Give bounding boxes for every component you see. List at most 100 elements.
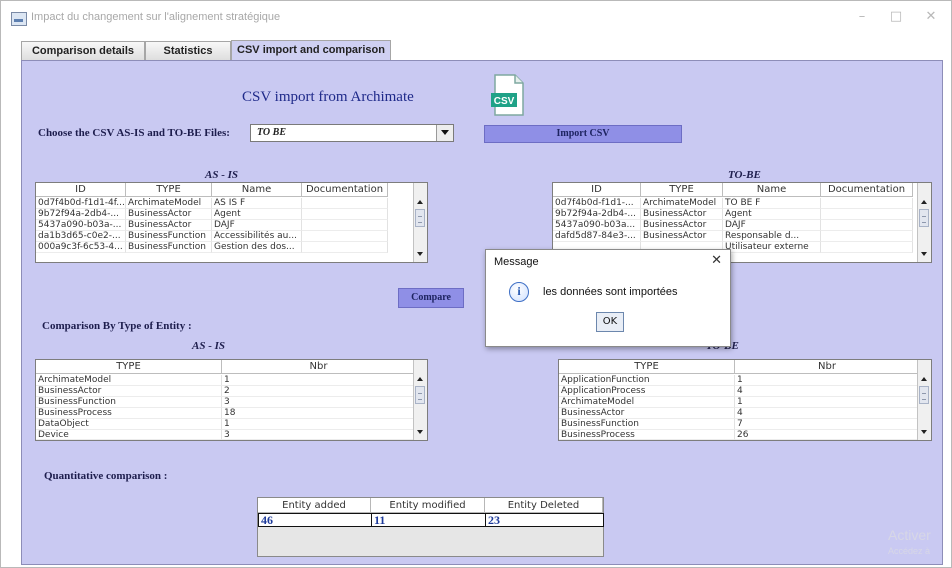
- table-cell[interactable]: 26: [735, 430, 920, 440]
- table-cell[interactable]: DAJF: [212, 220, 302, 231]
- scroll-up-icon[interactable]: [918, 197, 931, 208]
- table-cell[interactable]: AS IS F: [212, 198, 302, 209]
- column-header-nbr[interactable]: Nbr: [222, 360, 416, 374]
- table-cell[interactable]: 9b72f94a-2db4-...: [553, 209, 641, 220]
- table-cell[interactable]: BusinessActor: [559, 408, 735, 419]
- column-header-entity-added[interactable]: Entity added: [258, 498, 371, 513]
- scroll-down-icon[interactable]: [414, 249, 427, 260]
- table-cell[interactable]: [302, 220, 388, 231]
- table-cell[interactable]: 2: [222, 386, 416, 397]
- column-header-type[interactable]: TYPE: [559, 360, 735, 374]
- column-header-id[interactable]: ID: [36, 183, 126, 197]
- table-cell[interactable]: ApplicationFunction: [559, 375, 735, 386]
- tab-statistics[interactable]: Statistics: [145, 41, 231, 60]
- table-cell[interactable]: BusinessProcess: [36, 408, 222, 419]
- column-header-documentation[interactable]: Documentation: [302, 183, 388, 197]
- table-cell[interactable]: TO BE F: [723, 198, 821, 209]
- scroll-thumb[interactable]: [919, 386, 929, 404]
- csv-file-select[interactable]: TO BE: [250, 124, 454, 142]
- table-cell[interactable]: BusinessFunction: [36, 397, 222, 408]
- table-cell[interactable]: BusinessProcess: [559, 430, 735, 440]
- table-cell[interactable]: 5437a090-b03a...: [553, 220, 641, 231]
- chevron-down-icon[interactable]: [436, 125, 453, 141]
- table-cell[interactable]: [821, 242, 913, 253]
- column-header-entity-deleted[interactable]: Entity Deleted: [485, 498, 603, 513]
- table-cell[interactable]: BusinessActor: [641, 231, 723, 242]
- scroll-down-icon[interactable]: [918, 427, 931, 438]
- table-cell[interactable]: 0d7f4b0d-f1d1-4f...: [36, 198, 126, 209]
- to-be-type-count-table[interactable]: TYPE Nbr ApplicationFunction 1 Applicati…: [558, 359, 932, 441]
- column-header-type[interactable]: TYPE: [641, 183, 723, 197]
- entity-added-value[interactable]: 46: [258, 513, 372, 527]
- scroll-up-icon[interactable]: [414, 374, 427, 385]
- table-cell[interactable]: BusinessActor: [641, 220, 723, 231]
- column-header-type[interactable]: TYPE: [36, 360, 222, 374]
- import-csv-button[interactable]: Import CSV: [484, 125, 682, 143]
- table-cell[interactable]: [821, 231, 913, 242]
- scroll-thumb[interactable]: [919, 209, 929, 227]
- minimize-button[interactable]: –: [849, 7, 875, 27]
- table-cell[interactable]: 4: [735, 408, 920, 419]
- table-cell[interactable]: [821, 220, 913, 231]
- vertical-scrollbar[interactable]: [917, 183, 931, 262]
- scroll-up-icon[interactable]: [414, 197, 427, 208]
- table-cell[interactable]: ArchimateModel: [559, 397, 735, 408]
- column-header-entity-modified[interactable]: Entity modified: [371, 498, 485, 513]
- table-cell[interactable]: 0d7f4b0d-f1d1-...: [553, 198, 641, 209]
- table-cell[interactable]: BusinessActor: [641, 209, 723, 220]
- vertical-scrollbar[interactable]: [413, 183, 427, 262]
- table-cell[interactable]: [821, 209, 913, 220]
- scroll-thumb[interactable]: [415, 209, 425, 227]
- table-cell[interactable]: Gestion des dos...: [212, 242, 302, 253]
- table-cell[interactable]: BusinessActor: [126, 220, 212, 231]
- column-header-nbr[interactable]: Nbr: [735, 360, 920, 374]
- table-cell[interactable]: [302, 231, 388, 242]
- table-cell[interactable]: BusinessFunction: [559, 419, 735, 430]
- as-is-entities-table[interactable]: ID TYPE Name Documentation 0d7f4b0d-f1d1…: [35, 182, 428, 263]
- tab-csv-import[interactable]: CSV import and comparison: [231, 40, 391, 61]
- table-cell[interactable]: 1: [222, 419, 416, 430]
- entity-modified-value[interactable]: 11: [371, 513, 486, 527]
- tab-comparison-details[interactable]: Comparison details: [21, 41, 145, 60]
- column-header-name[interactable]: Name: [723, 183, 821, 197]
- table-cell[interactable]: ArchimateModel: [126, 198, 212, 209]
- table-cell[interactable]: Utilisateur externe: [723, 242, 821, 253]
- message-dialog[interactable]: Message ✕ i les données sont importées O…: [485, 249, 731, 347]
- column-header-name[interactable]: Name: [212, 183, 302, 197]
- table-cell[interactable]: 3: [222, 397, 416, 408]
- vertical-scrollbar[interactable]: [917, 360, 931, 440]
- table-cell[interactable]: ArchimateModel: [36, 375, 222, 386]
- table-cell[interactable]: Agent: [723, 209, 821, 220]
- as-is-type-count-table[interactable]: TYPE Nbr ArchimateModel 1 BusinessActor …: [35, 359, 428, 441]
- dialog-close-icon[interactable]: ✕: [711, 253, 722, 268]
- table-cell[interactable]: dafd5d87-84e3-...: [553, 231, 641, 242]
- table-cell[interactable]: DataObject: [36, 419, 222, 430]
- column-header-id[interactable]: ID: [553, 183, 641, 197]
- table-cell[interactable]: da1b3d65-c0e2-...: [36, 231, 126, 242]
- table-cell[interactable]: 18: [222, 408, 416, 419]
- table-cell[interactable]: 9b72f94a-2db4-...: [36, 209, 126, 220]
- quantitative-comparison-table[interactable]: Entity added Entity modified Entity Dele…: [257, 497, 604, 557]
- ok-button[interactable]: OK: [596, 312, 624, 332]
- table-cell[interactable]: 3: [222, 430, 416, 440]
- compare-button[interactable]: Compare: [398, 288, 464, 308]
- table-cell[interactable]: BusinessFunction: [126, 231, 212, 242]
- table-cell[interactable]: 1: [735, 375, 920, 386]
- close-button[interactable]: ✕: [918, 7, 944, 27]
- column-header-documentation[interactable]: Documentation: [821, 183, 913, 197]
- table-cell[interactable]: [302, 209, 388, 220]
- table-cell[interactable]: BusinessActor: [126, 209, 212, 220]
- table-cell[interactable]: ApplicationProcess: [559, 386, 735, 397]
- table-cell[interactable]: 5437a090-b03a-...: [36, 220, 126, 231]
- table-cell[interactable]: 7: [735, 419, 920, 430]
- table-cell[interactable]: 1: [222, 375, 416, 386]
- maximize-button[interactable]: □: [883, 7, 909, 27]
- scroll-down-icon[interactable]: [918, 249, 931, 260]
- table-cell[interactable]: [821, 198, 913, 209]
- table-cell[interactable]: BusinessActor: [36, 386, 222, 397]
- table-cell[interactable]: DAJF: [723, 220, 821, 231]
- table-cell[interactable]: 1: [735, 397, 920, 408]
- table-cell[interactable]: Device: [36, 430, 222, 440]
- vertical-scrollbar[interactable]: [413, 360, 427, 440]
- scroll-up-icon[interactable]: [918, 374, 931, 385]
